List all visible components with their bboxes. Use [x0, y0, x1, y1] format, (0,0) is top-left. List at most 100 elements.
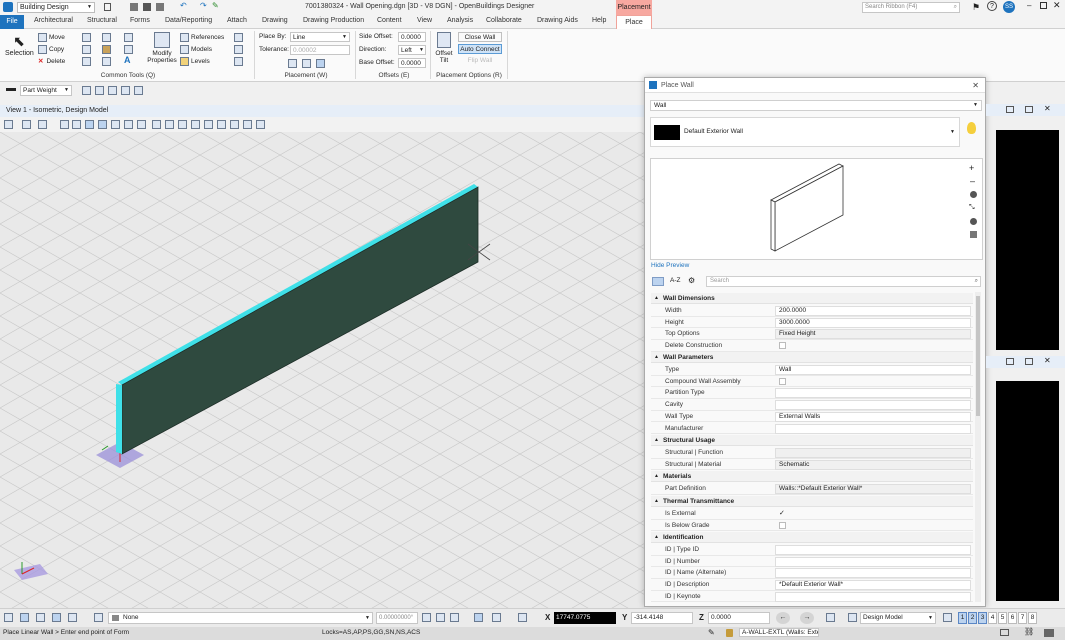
section-identification[interactable]: ▲ Identification [651, 532, 973, 543]
offset-tilt-button[interactable]: Offset Tilt [433, 32, 455, 70]
accudraw-icon[interactable] [234, 45, 243, 54]
keypoint-snap-icon[interactable] [52, 613, 61, 622]
restore-icon[interactable] [1025, 106, 1033, 113]
view-button-4[interactable]: 4 [988, 612, 997, 624]
lock-toggle-1-icon[interactable] [422, 613, 431, 622]
property-value[interactable] [775, 388, 971, 399]
tab-structural[interactable]: Structural [87, 17, 117, 24]
view-settings-icon[interactable] [243, 120, 252, 129]
tab-place[interactable]: Place [616, 15, 652, 29]
tab-file[interactable]: File [0, 15, 24, 29]
view-next-icon[interactable] [165, 120, 174, 129]
property-row-part-definition[interactable]: Part Definition Walls::*Default Exterior … [651, 483, 973, 495]
back-arrow-icon[interactable]: ← [776, 612, 790, 624]
property-scrollbar[interactable] [975, 292, 981, 602]
minimize-icon[interactable] [1006, 106, 1014, 113]
view-attributes-icon[interactable] [4, 120, 13, 129]
navigate-icon[interactable] [38, 120, 47, 129]
lightbulb-icon[interactable] [967, 122, 976, 134]
checkbox[interactable] [779, 377, 786, 385]
property-row-cavity[interactable]: Cavity [651, 399, 973, 411]
angle-input[interactable]: 0.00000000° [376, 612, 418, 624]
property-row-is-external[interactable]: Is External ✓ [651, 508, 973, 520]
camera-icon[interactable] [826, 613, 835, 622]
property-value[interactable]: Wall [775, 365, 971, 375]
place-by-select[interactable]: Line ▼ [290, 32, 350, 42]
view-previous-icon[interactable] [152, 120, 161, 129]
checkbox-checked[interactable]: ✓ [779, 508, 785, 519]
status-monitor-icon[interactable] [1044, 629, 1054, 637]
property-row-is-below-grade[interactable]: Is Below Grade [651, 520, 973, 532]
view-window-3[interactable] [996, 381, 1059, 601]
references-button[interactable]: References [180, 33, 224, 42]
place-mode-2-icon[interactable] [302, 59, 311, 68]
forward-arrow-icon[interactable]: → [800, 612, 814, 624]
tab-collaborate[interactable]: Collaborate [486, 17, 522, 24]
models-button[interactable]: Models [180, 45, 212, 54]
move-button[interactable]: Move [38, 33, 65, 42]
lock-toggle-2-icon[interactable] [436, 613, 445, 622]
view-button-1[interactable]: 1 [958, 612, 967, 624]
property-row-type-id[interactable]: ID | Type ID [651, 544, 973, 556]
attribute-tool-5-icon[interactable] [134, 86, 143, 95]
tab-drawing-aids[interactable]: Drawing Aids [537, 17, 578, 24]
grid-icon[interactable] [234, 57, 243, 66]
attribute-tool-1-icon[interactable] [82, 86, 91, 95]
link-icon[interactable]: ⛓ [1024, 627, 1034, 636]
element-type-select[interactable]: Wall ▼ [650, 100, 982, 111]
model-icon[interactable] [848, 613, 857, 622]
shape-tool-icon[interactable] [82, 45, 91, 54]
lock-toggle-3-icon[interactable] [450, 613, 459, 622]
property-row-manufacturer[interactable]: Manufacturer [651, 423, 973, 435]
model-select[interactable]: Design Model ▼ [860, 612, 936, 624]
mail-icon[interactable] [1000, 629, 1009, 636]
side-offset-input[interactable]: 0.0000 [398, 32, 426, 42]
property-row-number[interactable]: ID | Number [651, 556, 973, 568]
wall-style-picker[interactable]: Default Exterior Wall ▼ [650, 117, 960, 147]
undo-icon[interactable]: ↶ [180, 1, 187, 10]
section-materials[interactable]: ▲ Materials [651, 471, 973, 482]
property-row-keynote[interactable]: ID | Keynote [651, 591, 973, 603]
x-coordinate-input[interactable]: 17747.0775 [554, 612, 616, 624]
property-row-partition-type[interactable]: Partition Type [651, 387, 973, 400]
pan-view-icon[interactable] [137, 120, 146, 129]
preview-fit-icon[interactable]: ⤡ [969, 204, 975, 212]
view-layout-icon[interactable] [943, 613, 952, 622]
property-row-height[interactable]: Height 3000.0000 [651, 317, 973, 329]
property-value[interactable]: 3000.0000 [775, 317, 971, 328]
new-file-icon[interactable] [104, 3, 111, 11]
tab-drawing[interactable]: Drawing [262, 17, 288, 24]
tab-drawing-production[interactable]: Drawing Production [303, 17, 364, 24]
attribute-tool-2-icon[interactable] [95, 86, 104, 95]
filter-properties-icon[interactable]: ⚙ [688, 276, 695, 285]
user-avatar[interactable]: SS [1003, 1, 1015, 13]
tab-content[interactable]: Content [377, 17, 402, 24]
close-icon[interactable]: ✕ [1044, 104, 1051, 113]
view-button-5[interactable]: 5 [998, 612, 1007, 624]
rotate-view-icon[interactable] [124, 120, 133, 129]
property-value[interactable]: External Walls [775, 411, 971, 422]
section-wall-dimensions[interactable]: ▲ Wall Dimensions [651, 293, 973, 304]
minimize-icon[interactable]: – [1027, 1, 1031, 10]
clip-mask-icon[interactable] [217, 120, 226, 129]
text-tool-icon[interactable]: A [124, 55, 131, 65]
save-icon[interactable] [143, 3, 151, 11]
view-button-8[interactable]: 8 [1028, 612, 1037, 624]
tab-attach[interactable]: Attach [227, 17, 247, 24]
print-icon[interactable] [156, 3, 164, 11]
property-row-type[interactable]: Type Wall [651, 364, 973, 376]
maximize-icon[interactable] [1040, 2, 1047, 9]
view-button-2[interactable]: 2 [968, 612, 977, 624]
property-row-delete-construction[interactable]: Delete Construction [651, 340, 973, 352]
part-weight-select[interactable]: Part Weight ▼ [20, 85, 72, 96]
isometric-scene[interactable] [0, 132, 645, 608]
lock-icon[interactable] [726, 629, 733, 637]
ribbon-search-input[interactable]: Search Ribbon (F4) ⌕ [862, 2, 960, 13]
view-window-2[interactable] [996, 130, 1059, 350]
active-level-select[interactable]: None ▼ [108, 612, 373, 624]
workflow-selector[interactable]: Building Design ▼ [17, 2, 95, 13]
design-viewport[interactable] [0, 132, 645, 608]
level-tool-icon[interactable] [124, 33, 133, 42]
close-wall-button[interactable]: Close Wall [458, 32, 502, 42]
close-icon[interactable]: ✕ [1044, 356, 1051, 365]
